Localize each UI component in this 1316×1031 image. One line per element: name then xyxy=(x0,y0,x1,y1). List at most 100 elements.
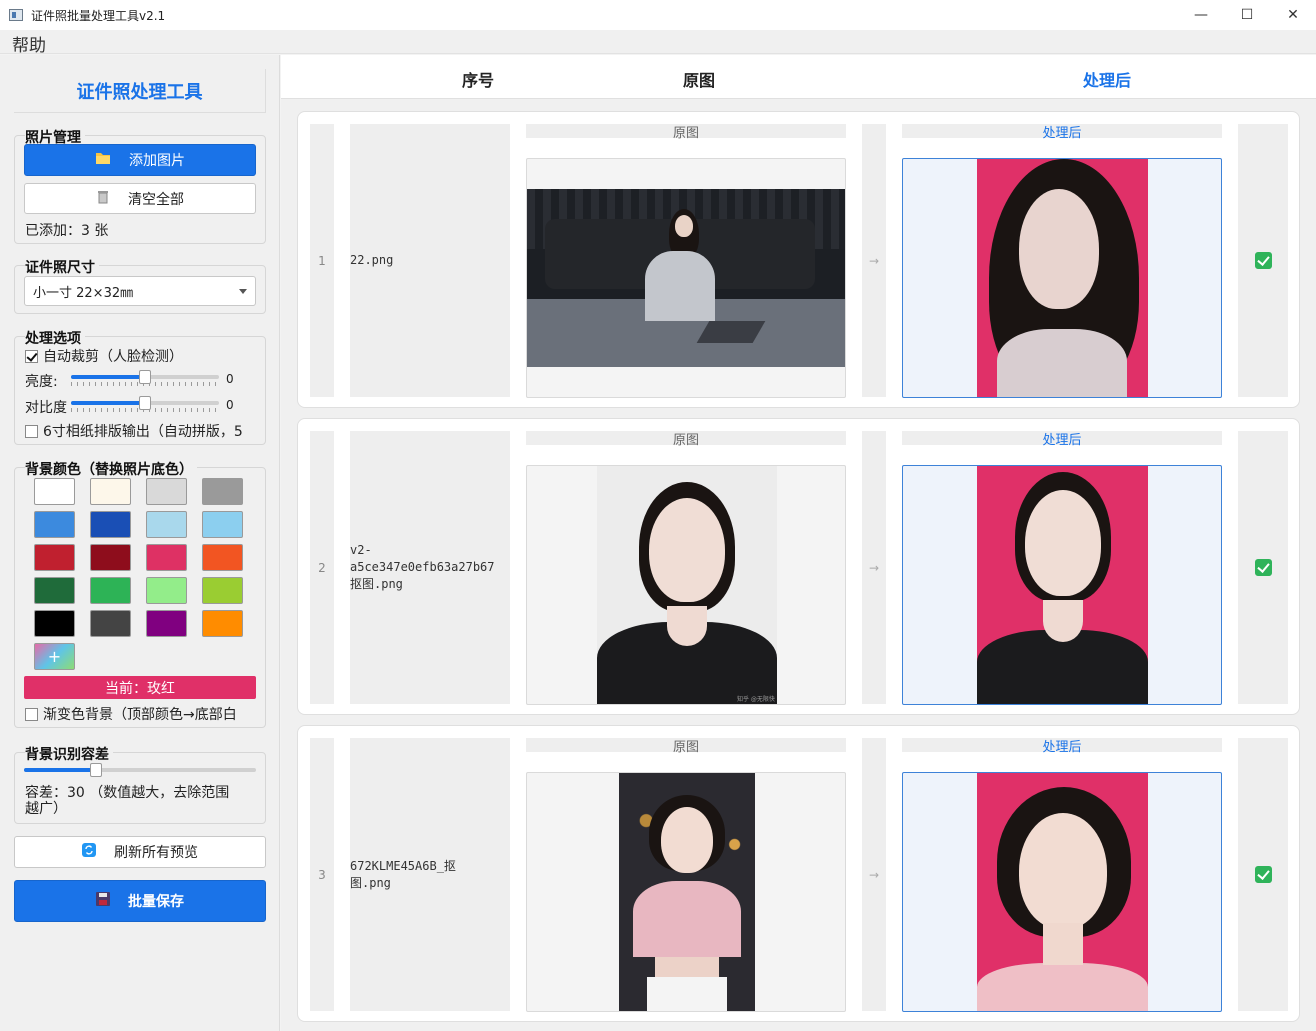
contrast-slider[interactable] xyxy=(71,396,219,412)
street-portrait-original-3 xyxy=(619,773,755,1011)
row-index: 1 xyxy=(310,124,334,397)
header-processed: 处理后 xyxy=(1083,71,1132,90)
background-color-title: 背景颜色（替换照片底色） xyxy=(25,459,197,479)
check-icon xyxy=(1254,866,1272,883)
color-swatch[interactable] xyxy=(146,577,187,604)
current-color-bar: 当前：玫红 xyxy=(24,676,256,699)
brightness-label: 亮度: xyxy=(25,374,58,390)
add-custom-color-button[interactable]: + xyxy=(34,643,75,670)
original-image xyxy=(526,158,846,398)
menu-help[interactable]: 帮助 xyxy=(12,31,46,56)
clear-all-button[interactable]: 清空全部 xyxy=(24,183,256,214)
contrast-fill xyxy=(71,401,145,405)
size-group-title: 证件照尺寸 xyxy=(25,257,99,277)
color-swatch[interactable] xyxy=(90,544,131,571)
check-icon xyxy=(1254,252,1272,269)
color-swatch[interactable] xyxy=(202,511,243,538)
auto-crop-option[interactable]: 自动裁剪（人脸检测） xyxy=(25,346,183,366)
tolerance-fill xyxy=(24,768,96,772)
original-image xyxy=(526,772,846,1012)
row-filename: v2- a5ce347e0efb63a27b67 抠图.png xyxy=(350,431,510,704)
color-swatch[interactable] xyxy=(34,544,75,571)
brightness-value: 0 xyxy=(226,372,234,386)
menu-bar: 帮助 xyxy=(0,30,1316,56)
color-swatch[interactable] xyxy=(146,478,187,505)
gradient-checkbox[interactable] xyxy=(25,708,38,721)
maximize-button[interactable]: ☐ xyxy=(1224,0,1270,30)
gradient-label: 渐变色背景（顶部颜色→底部白 xyxy=(43,707,237,723)
color-swatch[interactable] xyxy=(90,511,131,538)
layout-label: 6寸相纸排版输出（自动拼版，5 xyxy=(43,424,243,440)
color-swatch[interactable] xyxy=(146,544,187,571)
row-filename: 672KLME45A6B_抠 图.png xyxy=(350,738,510,1011)
tolerance-title: 背景识别容差 xyxy=(25,744,113,764)
processed-portrait-3 xyxy=(977,773,1148,1011)
tolerance-handle[interactable] xyxy=(90,763,102,777)
row-selected-checkbox[interactable] xyxy=(1238,738,1288,1011)
contrast-label: 对比度 xyxy=(25,400,67,416)
sidebar-title: 证件照处理工具 xyxy=(14,69,266,113)
brightness-handle[interactable] xyxy=(139,370,151,384)
folder-icon xyxy=(95,151,111,169)
color-swatch[interactable] xyxy=(90,610,131,637)
color-swatch[interactable] xyxy=(146,511,187,538)
gradient-option[interactable]: 渐变色背景（顶部颜色→底部白 xyxy=(25,704,261,724)
header-original: 原图 xyxy=(683,71,716,90)
table-row: 2 v2- a5ce347e0efb63a27b67 抠图.png 原图 知乎 … xyxy=(297,418,1300,715)
color-swatch[interactable] xyxy=(34,478,75,505)
tolerance-slider[interactable] xyxy=(24,763,256,779)
photo-watermark: 知乎 @无限快乐 xyxy=(737,696,775,703)
minimize-button[interactable]: — xyxy=(1178,0,1224,30)
row-selected-checkbox[interactable] xyxy=(1238,431,1288,704)
color-swatch[interactable] xyxy=(34,511,75,538)
photo-count-text: 已添加：3 张 xyxy=(25,223,109,239)
main-panel: 序号 原图 处理后 1 22.png 原图 → 处理后 2 v2- a5ce34… xyxy=(281,55,1316,1031)
processed-label: 处理后 xyxy=(902,431,1222,448)
processed-image xyxy=(902,158,1222,398)
arrow-icon: → xyxy=(862,124,886,397)
size-select[interactable]: 小一寸 22×32㎜ xyxy=(24,276,256,306)
close-button[interactable]: ✕ xyxy=(1270,0,1316,30)
id-photo-original-2: 知乎 @无限快乐 xyxy=(597,466,777,704)
color-swatch[interactable] xyxy=(34,610,75,637)
table-header: 序号 原图 处理后 xyxy=(281,55,1316,99)
add-image-button[interactable]: 添加图片 xyxy=(24,144,256,176)
color-swatch[interactable] xyxy=(202,544,243,571)
color-swatch[interactable] xyxy=(90,478,131,505)
floppy-disk-icon xyxy=(96,892,110,910)
row-selected-checkbox[interactable] xyxy=(1238,124,1288,397)
color-swatch[interactable] xyxy=(202,478,243,505)
color-swatch[interactable] xyxy=(90,577,131,604)
check-icon xyxy=(1254,559,1272,576)
original-label: 原图 xyxy=(526,738,846,755)
trash-icon xyxy=(96,190,110,208)
tolerance-desc-line2: 越广） xyxy=(25,801,67,817)
layout-option[interactable]: 6寸相纸排版输出（自动拼版，5 xyxy=(25,421,261,441)
row-filename: 22.png xyxy=(350,124,510,397)
brightness-slider[interactable] xyxy=(71,370,219,386)
auto-crop-checkbox[interactable] xyxy=(25,350,38,363)
processed-portrait-2 xyxy=(977,466,1148,704)
sofa-scene-image xyxy=(527,189,845,367)
layout-checkbox[interactable] xyxy=(25,425,38,438)
contrast-value: 0 xyxy=(226,398,234,412)
color-swatch[interactable] xyxy=(202,577,243,604)
processed-image xyxy=(902,772,1222,1012)
processed-label: 处理后 xyxy=(902,738,1222,755)
app-icon xyxy=(9,9,23,21)
row-index: 2 xyxy=(310,431,334,704)
color-swatch[interactable] xyxy=(34,577,75,604)
window-title: 证件照批量处理工具v2.1 xyxy=(31,8,166,23)
color-swatch[interactable] xyxy=(146,610,187,637)
contrast-handle[interactable] xyxy=(139,396,151,410)
header-index: 序号 xyxy=(462,71,495,90)
chevron-down-icon xyxy=(239,289,247,294)
batch-save-button[interactable]: 批量保存 xyxy=(14,880,266,922)
size-select-value: 小一寸 22×32㎜ xyxy=(33,285,134,301)
refresh-previews-button[interactable]: 刷新所有预览 xyxy=(14,836,266,868)
original-image: 知乎 @无限快乐 xyxy=(526,465,846,705)
auto-crop-label: 自动裁剪（人脸检测） xyxy=(43,349,183,365)
color-swatch[interactable] xyxy=(202,610,243,637)
tolerance-group: 背景识别容差 容差：30 （数值越大，去除范围 越广） xyxy=(14,744,266,824)
batch-save-label: 批量保存 xyxy=(128,894,184,910)
